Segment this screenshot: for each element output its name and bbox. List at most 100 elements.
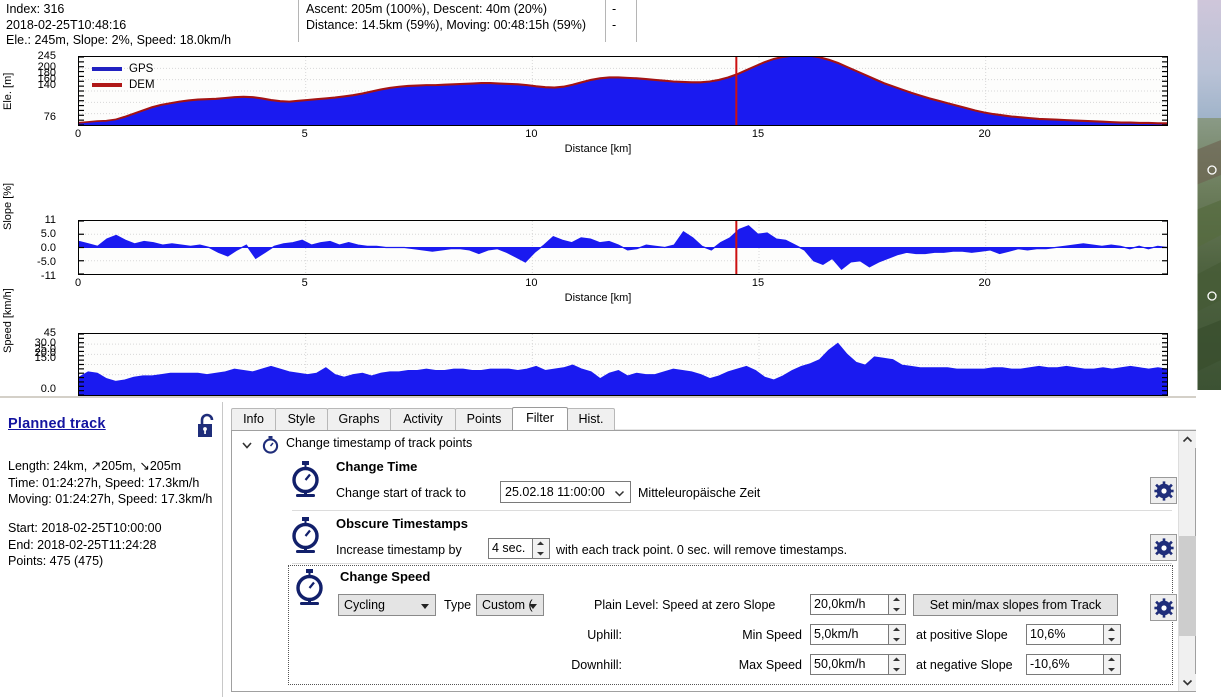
elevation-y-ticks: 245 200 180 160 140 76: [14, 48, 56, 133]
increase-timestamp-stepper[interactable]: [533, 538, 550, 559]
stopwatch-icon: [292, 569, 328, 607]
legend-label: DEM: [129, 79, 155, 91]
gear-icon: [1153, 537, 1174, 558]
downhill-max-speed-input[interactable]: 50,0km/h: [810, 654, 889, 675]
unlock-icon[interactable]: [196, 413, 218, 439]
stepper-up-icon[interactable]: [1104, 625, 1119, 634]
type-value: Custom (: [482, 598, 533, 612]
track-time: Time: 01:24:27h, Speed: 17.3km/h: [8, 475, 200, 490]
tab-label: Style: [287, 412, 316, 426]
downhill-slope-stepper[interactable]: [1104, 654, 1121, 675]
status-header: Index: 316 2018-02-25T10:48:16 Ele.: 245…: [0, 0, 1221, 48]
stopwatch-icon: [288, 517, 324, 555]
chevron-up-icon[interactable]: [1179, 431, 1196, 448]
chevron-down-icon[interactable]: [529, 604, 537, 609]
track-length: Length: 24km, ↗205m, ↘205m: [8, 459, 182, 473]
tab-activity[interactable]: Activity: [390, 408, 456, 430]
stepper-down-icon[interactable]: [889, 605, 904, 614]
tab-filter[interactable]: Filter: [512, 407, 568, 430]
stepper-down-icon[interactable]: [533, 549, 548, 558]
stepper-up-icon[interactable]: [533, 539, 548, 548]
plain-speed-stepper[interactable]: [889, 594, 906, 615]
obscure-settings-button[interactable]: [1150, 534, 1177, 561]
type-label: Type: [444, 598, 472, 612]
header-ascent-descent: Ascent: 205m (100%), Descent: 40m (20%): [306, 2, 548, 16]
stepper-down-icon[interactable]: [1104, 635, 1119, 644]
downhill-slope-label: at negative Slope: [916, 658, 1013, 672]
tab-info[interactable]: Info: [231, 408, 276, 430]
header-left-stats: Index: 316 2018-02-25T10:48:16 Ele.: 245…: [6, 2, 231, 49]
stepper-down-icon[interactable]: [1104, 665, 1119, 674]
header-divider-3: [636, 0, 637, 42]
uphill-slope-label: at positive Slope: [916, 628, 1008, 642]
gear-icon: [1153, 597, 1174, 618]
filter-panel: Change timestamp of track points Change …: [231, 430, 1196, 692]
tab-label: Graphs: [338, 412, 380, 426]
panel-vertical-divider: [222, 402, 223, 697]
slope-plot[interactable]: [78, 220, 1168, 275]
tab-style[interactable]: Style: [275, 408, 328, 430]
activity-value: Cycling: [344, 598, 385, 612]
tab-hist[interactable]: Hist.: [567, 408, 615, 430]
speed-chart: Speed [km/h] 4530.025.020.015.00.0 05101…: [0, 278, 1196, 425]
uphill-slope-input[interactable]: 10,6%: [1026, 624, 1104, 645]
elevation-plot[interactable]: [78, 56, 1168, 126]
stepper-up-icon[interactable]: [889, 655, 904, 664]
legend-item: GPS: [92, 62, 155, 76]
legend-label: GPS: [129, 63, 154, 75]
increase-timestamp-input[interactable]: 4 sec.: [488, 538, 533, 559]
header-right-stats: - -: [612, 2, 616, 33]
stepper-up-icon[interactable]: [1104, 655, 1119, 664]
scrollbar-thumb[interactable]: [1179, 536, 1196, 636]
chevron-down-icon[interactable]: [421, 604, 429, 609]
chevron-down-icon[interactable]: [613, 486, 626, 506]
x-tick-label: 0: [74, 128, 82, 140]
obscure-timestamps-heading: Obscure Timestamps: [336, 516, 468, 531]
stepper-up-icon[interactable]: [889, 595, 904, 604]
y-tick-label: 140: [37, 79, 56, 91]
downhill-speed-label: Max Speed: [738, 658, 802, 672]
downhill-max-speed-stepper[interactable]: [889, 654, 906, 675]
planned-track-link[interactable]: Planned track: [8, 416, 106, 432]
x-tick-label: 10: [525, 128, 538, 140]
tab-label: Points: [466, 412, 502, 426]
track-info-panel: Planned track Length: 24km, ↗205m, ↘205m…: [0, 402, 222, 697]
change-time-label: Change start of track to: [336, 486, 466, 500]
header-distance-moving: Distance: 14.5km (59%), Moving: 00:48:15…: [306, 17, 586, 32]
chevron-down-icon[interactable]: [240, 438, 254, 455]
legend-swatch: [92, 67, 122, 71]
downhill-label: Downhill:: [571, 658, 622, 672]
tab-points[interactable]: Points: [455, 408, 513, 430]
filter-scrollbar[interactable]: [1178, 431, 1196, 691]
y-tick-label: 245: [37, 50, 56, 62]
stepper-down-icon[interactable]: [889, 635, 904, 644]
speed-plot[interactable]: [78, 333, 1168, 396]
y-tick-label: 0.0: [40, 383, 56, 395]
x-tick-label: 5: [301, 128, 308, 140]
tab-graphs[interactable]: Graphs: [327, 408, 391, 430]
chevron-down-icon[interactable]: [1179, 674, 1196, 691]
downhill-slope-input[interactable]: -10,6%: [1026, 654, 1104, 675]
stepper-up-icon[interactable]: [889, 625, 904, 634]
uphill-min-speed-stepper[interactable]: [889, 624, 906, 645]
header-index: Index: 316: [6, 2, 65, 16]
change-speed-settings-button[interactable]: [1150, 594, 1177, 621]
tab-label: Info: [243, 412, 264, 426]
activity-dropdown[interactable]: Cycling: [338, 594, 436, 616]
uphill-min-speed-input[interactable]: 5,0km/h: [810, 624, 889, 645]
type-dropdown[interactable]: Custom (: [476, 594, 544, 616]
elevation-legend: GPS DEM: [92, 62, 155, 94]
change-time-settings-button[interactable]: [1150, 477, 1177, 504]
stepper-down-icon[interactable]: [889, 665, 904, 674]
timezone-label: Mitteleuropäische Zeit: [638, 486, 761, 500]
header-ele-slope-speed: Ele.: 245m, Slope: 2%, Speed: 18.0km/h: [6, 33, 232, 47]
start-time-combo[interactable]: 25.02.18 11:00:00: [500, 481, 631, 503]
header-divider-1: [298, 0, 299, 42]
map-view-sliver[interactable]: [1196, 0, 1221, 697]
set-slopes-button[interactable]: Set min/max slopes from Track: [913, 594, 1118, 616]
uphill-slope-stepper[interactable]: [1104, 624, 1121, 645]
slope-y-ticks: 11 5.0 0.0 -5.0 -11: [14, 163, 56, 282]
elevation-chart: Ele. [m] 245 200 180 160 140 76 0 5 10 15 20 Dist…: [0, 48, 1196, 163]
obscure-label-before: Increase timestamp by: [336, 543, 462, 557]
plain-speed-input[interactable]: 20,0km/h: [810, 594, 889, 615]
